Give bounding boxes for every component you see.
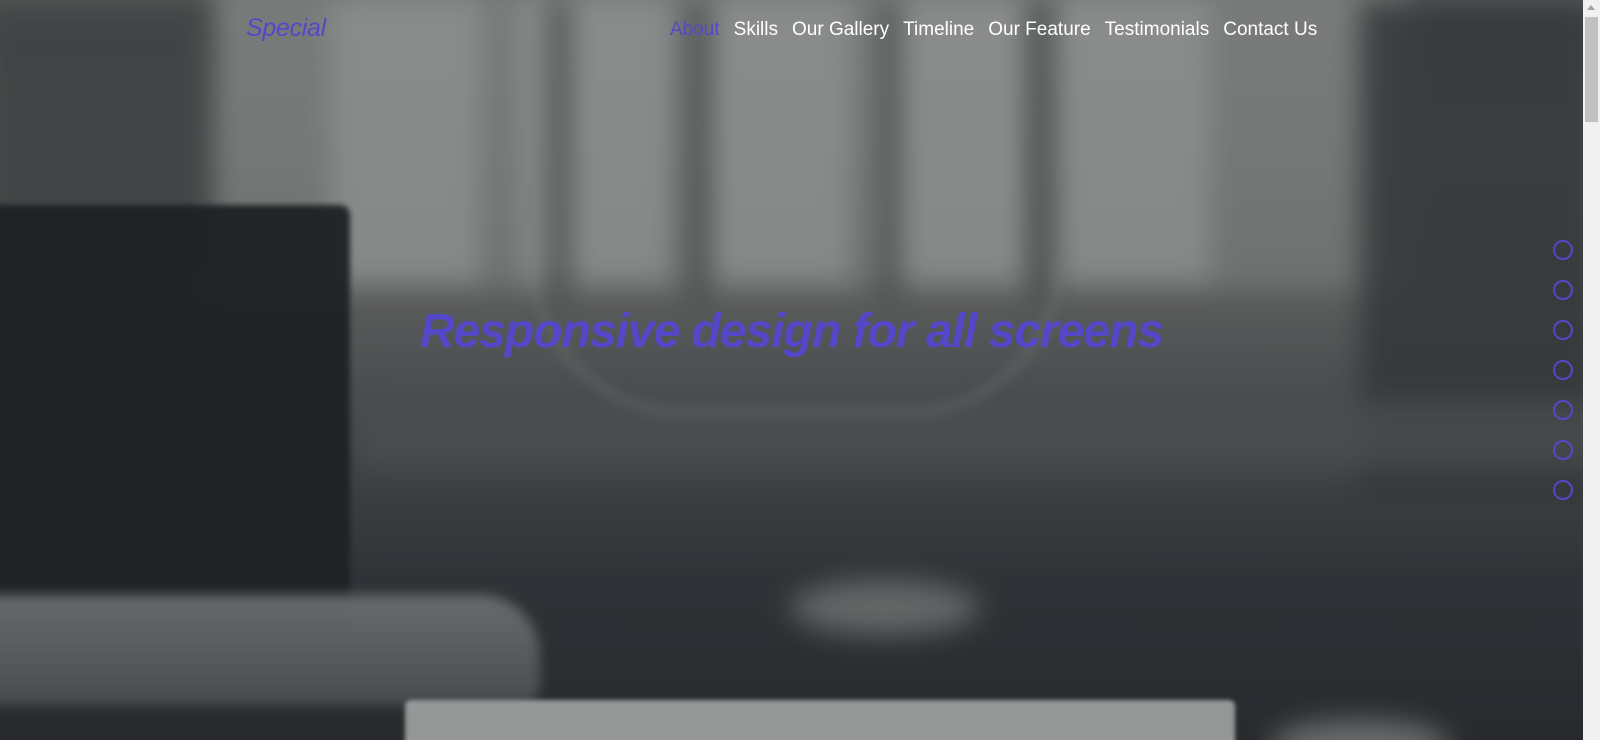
hero-title: Responsive design for all screens	[419, 305, 1164, 359]
scrollbar-thumb[interactable]	[1585, 17, 1598, 122]
section-bullet[interactable]	[1553, 280, 1573, 300]
nav-link-our-gallery[interactable]: Our Gallery	[792, 19, 889, 41]
nav-link-testimonials[interactable]: Testimonials	[1105, 19, 1210, 41]
nav-link-timeline[interactable]: Timeline	[903, 19, 974, 41]
section-bullet[interactable]	[1553, 360, 1573, 380]
section-bullet[interactable]	[1553, 480, 1573, 500]
section-bullet[interactable]	[1553, 400, 1573, 420]
nav-link-about[interactable]: About	[670, 19, 720, 41]
section-bullet[interactable]	[1553, 440, 1573, 460]
section-bullet[interactable]	[1553, 240, 1573, 260]
section-bullet[interactable]	[1553, 320, 1573, 340]
brand-logo[interactable]: Special	[246, 14, 326, 43]
scroll-up-arrow-icon[interactable]	[1587, 5, 1595, 10]
nav-menu: About Skills Our Gallery Timeline Our Fe…	[670, 19, 1331, 41]
nav-link-our-feature[interactable]: Our Feature	[988, 19, 1090, 41]
nav-link-skills[interactable]: Skills	[734, 19, 778, 41]
section-bullets	[1553, 240, 1573, 520]
nav-link-contact-us[interactable]: Contact Us	[1223, 19, 1317, 41]
hero-background-image	[0, 0, 1583, 740]
vertical-scrollbar[interactable]	[1583, 0, 1600, 740]
top-navigation: Special About Skills Our Gallery Timelin…	[0, 0, 1583, 60]
